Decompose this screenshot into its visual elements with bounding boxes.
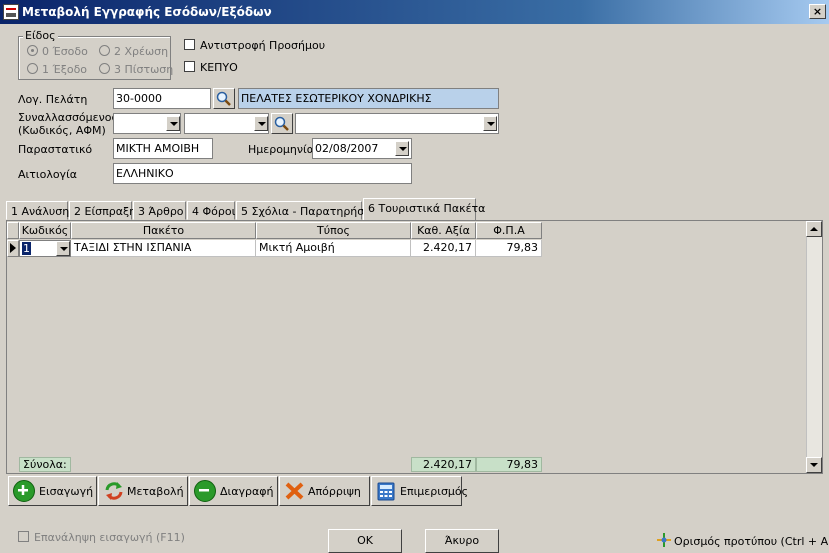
row-indicator-header xyxy=(7,222,19,239)
arrow-down-icon xyxy=(810,463,818,467)
row-indicator xyxy=(7,240,19,257)
customer-label: Λογ. Πελάτη xyxy=(18,93,88,106)
reason-label: Αιτιολογία xyxy=(18,168,78,181)
table-row-type-cell[interactable]: Μικτή Αμοιβή xyxy=(256,240,411,257)
col-fpa[interactable]: Φ.Π.Α xyxy=(476,222,542,239)
radio-esodo-label: 0 Έσοδο xyxy=(42,45,88,58)
window-title: Μεταβολή Εγγραφής Εσόδων/Εξόδων xyxy=(22,5,272,19)
scroll-up-button[interactable] xyxy=(806,221,822,237)
ok-button[interactable]: OK xyxy=(328,529,402,553)
close-button[interactable]: × xyxy=(809,4,826,19)
party-label: Συναλλασσόμενος xyxy=(18,111,118,124)
tab-sxolia[interactable]: 5 Σχόλια - Παρατηρήσεις xyxy=(236,201,380,220)
radio-pistosi-label: 3 Πίστωση xyxy=(114,63,174,76)
template-icon xyxy=(657,533,671,547)
modify-label: Μεταβολή xyxy=(127,484,184,498)
search-icon xyxy=(216,91,231,106)
total-net: 2.420,17 xyxy=(411,457,476,472)
reject-label: Απόρριψη xyxy=(308,484,361,498)
arrow-up-icon xyxy=(810,227,818,231)
radio-exodo-label: 1 Έξοδο xyxy=(42,63,88,76)
col-typos[interactable]: Τύπος xyxy=(256,222,411,239)
col-kodikos[interactable]: Κωδικός xyxy=(19,222,71,239)
search-icon xyxy=(274,116,289,131)
party-sublabel: (Κωδικός, ΑΦΜ) xyxy=(18,124,106,137)
reason-input[interactable]: ΕΛΛΗΝΙΚΟ xyxy=(113,163,412,184)
scroll-down-button[interactable] xyxy=(806,457,822,473)
party-code-dropdown-icon[interactable] xyxy=(166,116,180,131)
reject-icon xyxy=(284,481,304,501)
allocate-button[interactable]: Επιμερισμός xyxy=(371,476,468,506)
insert-label: Εισαγωγή xyxy=(39,484,94,498)
party-name-dropdown-icon[interactable] xyxy=(483,116,497,131)
delete-label: Διαγραφή xyxy=(220,484,274,498)
customer-search-button[interactable] xyxy=(213,88,235,109)
radio-xreosi[interactable] xyxy=(99,45,110,56)
app-icon xyxy=(3,4,19,20)
insert-button[interactable]: Εισαγωγή xyxy=(8,476,97,506)
total-vat: 79,83 xyxy=(476,457,542,472)
document-input[interactable]: ΜΙΚΤΗ ΑΜΟΙΒΗ xyxy=(113,138,213,159)
radio-pistosi[interactable] xyxy=(99,63,110,74)
tab-touristika-paketa[interactable]: 6 Τουριστικά Πακέτα xyxy=(363,198,485,220)
date-dropdown-icon[interactable] xyxy=(395,141,409,156)
kepyo-label: ΚΕΠΥΟ xyxy=(200,61,238,74)
cancel-button[interactable]: Άκυρο xyxy=(425,529,499,553)
set-template-link[interactable]: Ορισμός προτύπου (Ctrl + A) xyxy=(674,535,829,548)
party-search-button[interactable] xyxy=(271,113,293,134)
radio-exodo[interactable] xyxy=(27,63,38,74)
totals-label: Σύνολα: xyxy=(19,457,71,472)
modify-button[interactable]: Μεταβολή xyxy=(98,476,188,506)
table-row-package-cell[interactable]: ΤΑΞΙΔΙ ΣΤΗΝ ΙΣΠΑΝΙΑ xyxy=(71,240,256,257)
antistrofi-checkbox[interactable] xyxy=(184,39,195,50)
row-code-dropdown-icon[interactable] xyxy=(56,241,70,256)
tab-eispraxi[interactable]: 2 Είσπραξη xyxy=(69,201,136,220)
table-row-vat-cell[interactable]: 79,83 xyxy=(476,240,542,257)
radio-esodo[interactable] xyxy=(27,45,38,56)
document-label: Παραστατικό xyxy=(18,143,93,156)
radio-xreosi-label: 2 Χρέωση xyxy=(114,45,169,58)
antistrofi-label: Αντιστροφή Προσήμου xyxy=(200,39,326,52)
col-paketo[interactable]: Πακέτο xyxy=(71,222,256,239)
kepyo-checkbox[interactable] xyxy=(184,61,195,72)
repeat-entry-checkbox[interactable] xyxy=(18,531,29,542)
calculator-icon xyxy=(376,481,396,501)
delete-button[interactable]: Διαγραφή xyxy=(189,476,278,506)
refresh-icon xyxy=(103,481,123,501)
customer-name-field: ΠΕΛΑΤΕΣ ΕΣΩΤΕΡΙΚΟΥ ΧΟΝΔΡΙΚΗΣ xyxy=(238,88,499,109)
col-kath-axia[interactable]: Καθ. Αξία xyxy=(411,222,476,239)
remove-icon xyxy=(194,480,216,502)
tab-arthro[interactable]: 3 Άρθρο xyxy=(133,201,186,220)
party-afm-dropdown-icon[interactable] xyxy=(254,116,268,131)
tab-analysi[interactable]: 1 Ανάλυση xyxy=(6,201,69,220)
table-row-net-cell[interactable]: 2.420,17 xyxy=(411,240,476,257)
allocate-label: Επιμερισμός xyxy=(400,484,469,498)
tab-foroi[interactable]: 4 Φόροι xyxy=(187,201,235,220)
packages-grid xyxy=(6,220,823,474)
current-row-icon xyxy=(10,243,16,253)
repeat-entry-label: Επανάληψη εισαγωγή (F11) xyxy=(34,531,185,544)
date-label: Ημερομηνία xyxy=(248,143,315,156)
title-bar: Μεταβολή Εγγραφής Εσόδων/Εξόδων × xyxy=(0,0,829,24)
close-icon: × xyxy=(812,5,823,18)
eidos-legend: Είδος xyxy=(23,29,58,42)
reject-button[interactable]: Απόρριψη xyxy=(279,476,370,506)
customer-code-input[interactable]: 30-0000 xyxy=(113,88,211,109)
party-name-combo[interactable] xyxy=(295,113,499,134)
add-icon xyxy=(13,480,35,502)
grid-vertical-scrollbar[interactable] xyxy=(806,221,822,473)
